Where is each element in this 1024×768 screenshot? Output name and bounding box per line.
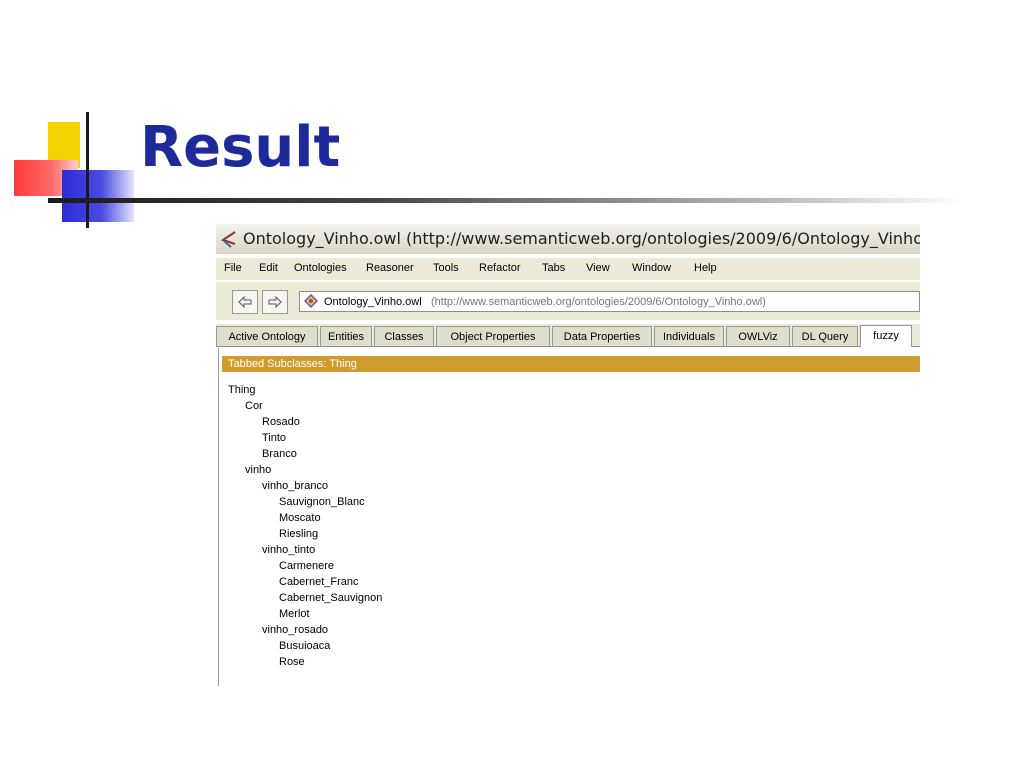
tree-node-vinho-rosado[interactable]: vinho_rosado [262,623,328,637]
slide-deco-blue-bar [62,170,134,222]
tree-node-vinho-tinto[interactable]: vinho_tinto [262,543,315,557]
tree-node-carmenere[interactable]: Carmenere [279,559,334,573]
menu-edit[interactable]: Edit [259,262,278,274]
window-title: Ontology_Vinho.owl (http://www.semanticw… [243,229,920,248]
menu-view[interactable]: View [586,262,610,274]
tab-fuzzy[interactable]: fuzzy [860,325,912,347]
tree-node-merlot[interactable]: Merlot [279,607,310,621]
forward-button[interactable] [262,290,288,314]
slide-title: Result [140,115,341,180]
forward-arrow-icon [268,296,282,308]
menu-refactor[interactable]: Refactor [479,262,521,274]
tree-node-thing[interactable]: Thing [228,383,256,397]
tab-owlviz[interactable]: OWLViz [726,326,790,346]
tree-node-rosado[interactable]: Rosado [262,415,300,429]
tree-node-moscato[interactable]: Moscato [279,511,321,525]
panel-title: Tabbed Subclasses: Thing [228,358,357,370]
menu-tools[interactable]: Tools [433,262,459,274]
menu-window[interactable]: Window [632,262,671,274]
tab-dl-query[interactable]: DL Query [792,326,858,346]
protege-app-icon [220,231,236,248]
menu-help[interactable]: Help [694,262,717,274]
tree-node-cabernet-franc[interactable]: Cabernet_Franc [279,575,359,589]
tab-entities[interactable]: Entities [320,326,372,346]
back-arrow-icon [238,296,252,308]
menu-ontologies[interactable]: Ontologies [294,262,347,274]
ontology-url: (http://www.semanticweb.org/ontologies/2… [431,296,766,308]
tree-node-cor[interactable]: Cor [245,399,263,413]
menu-reasoner[interactable]: Reasoner [366,262,414,274]
menu-tabs[interactable]: Tabs [542,262,565,274]
tree-node-rose[interactable]: Rose [279,655,305,669]
slide-deco-horizontal-line [48,198,962,203]
menu-file[interactable]: File [224,262,242,274]
tree-node-busuioaca[interactable]: Busuioaca [279,639,330,653]
tree-node-tinto[interactable]: Tinto [262,431,286,445]
tab-classes[interactable]: Classes [374,326,434,346]
tree-node-riesling[interactable]: Riesling [279,527,318,541]
back-button[interactable] [232,290,258,314]
tree-node-branco[interactable]: Branco [262,447,297,461]
tab-data-properties[interactable]: Data Properties [552,326,652,346]
tab-object-properties[interactable]: Object Properties [436,326,550,346]
tab-active-ontology[interactable]: Active Ontology [216,326,318,346]
tab-individuals[interactable]: Individuals [654,326,724,346]
tree-node-vinho[interactable]: vinho [245,463,271,477]
tree-node-vinho-branco[interactable]: vinho_branco [262,479,328,493]
protege-window: Ontology_Vinho.owl (http://www.semanticw… [216,224,920,686]
tree-node-sauvignon-blanc[interactable]: Sauvignon_Blanc [279,495,365,509]
ontology-name: Ontology_Vinho.owl [324,296,422,308]
tree-node-cabernet-sauvignon[interactable]: Cabernet_Sauvignon [279,591,382,605]
slide-deco-vertical-line [86,112,89,228]
ontology-diamond-icon [304,294,318,308]
